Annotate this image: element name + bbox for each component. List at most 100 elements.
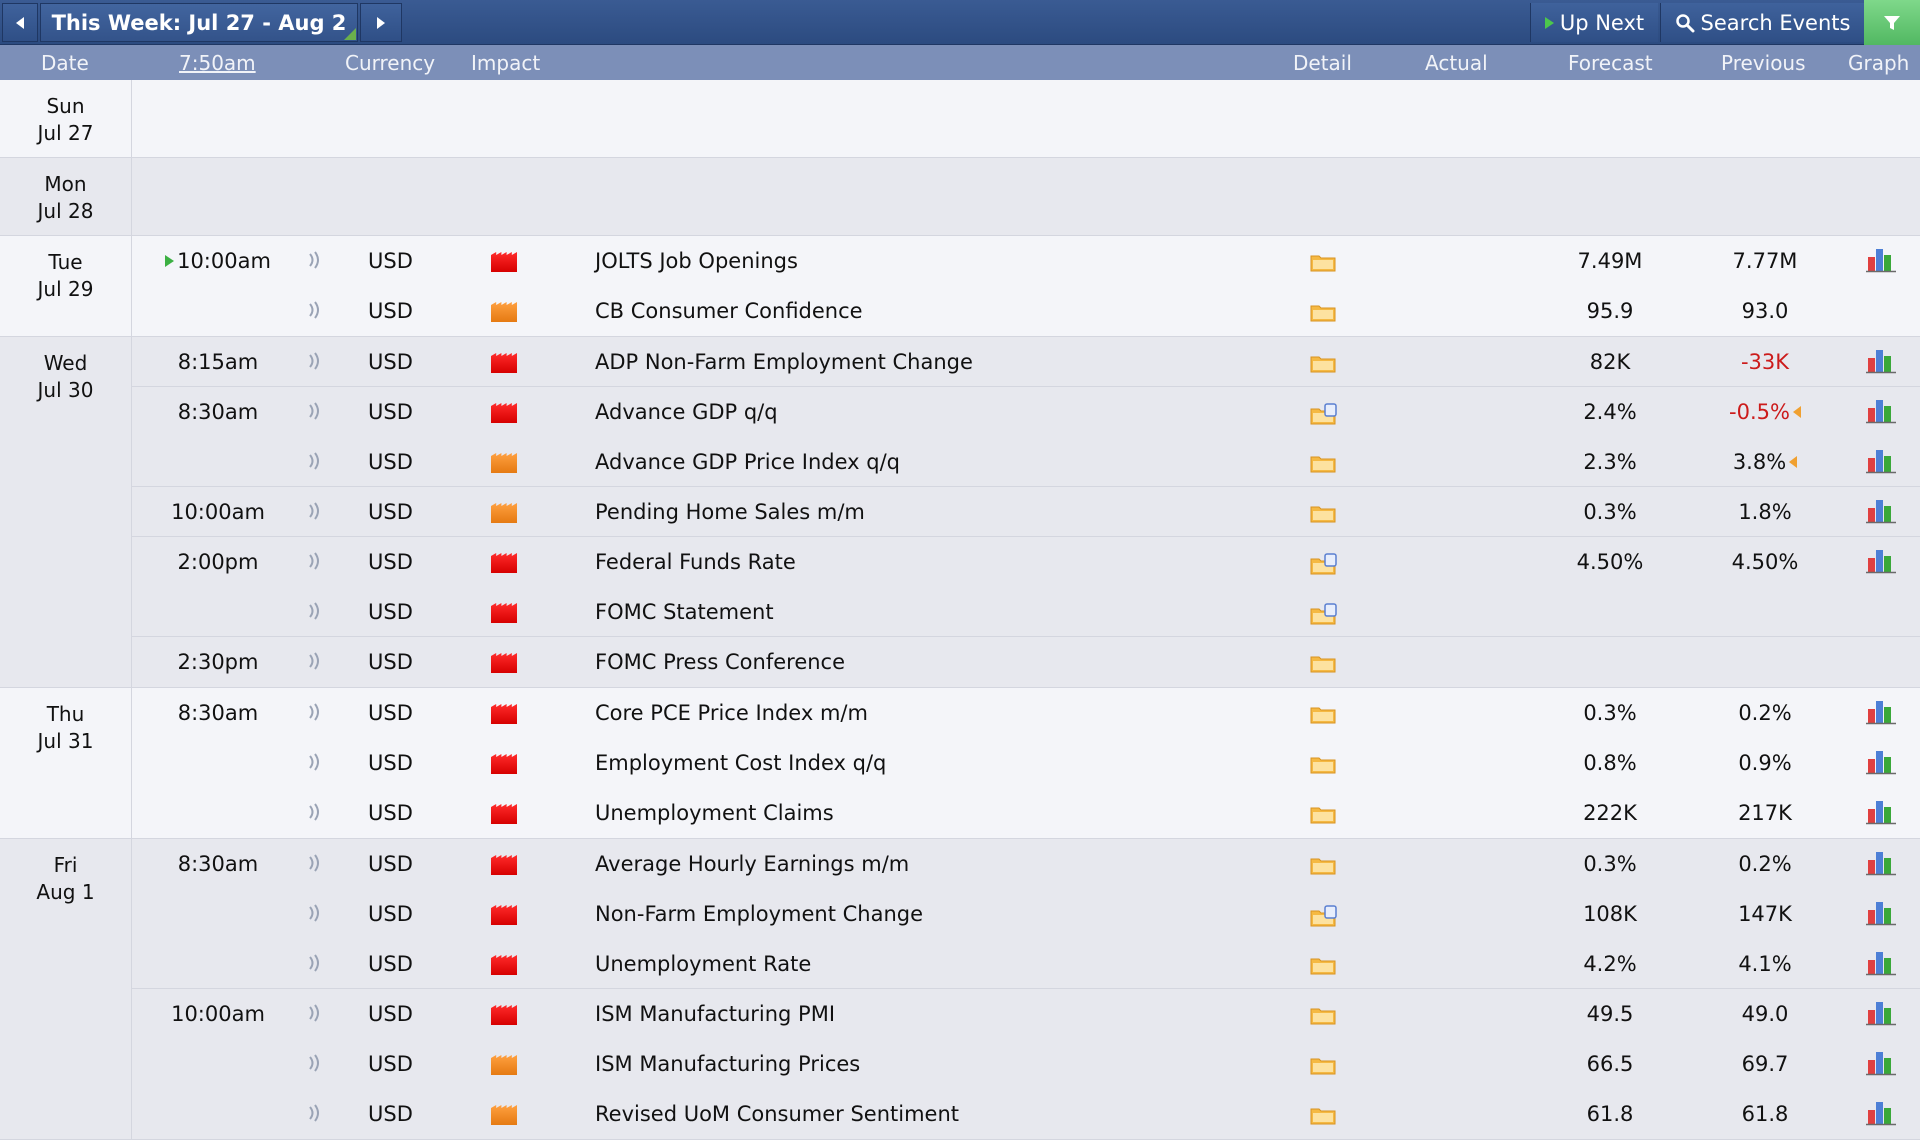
event-row[interactable]: 8:30am USD Average Hourly Earnings m/m 0.3%… <box>0 839 1920 889</box>
folder-icon[interactable] <box>1310 804 1336 824</box>
bar-chart-icon[interactable] <box>1866 247 1896 273</box>
sound-alert-icon[interactable] <box>307 1053 323 1073</box>
folder-icon[interactable] <box>1310 754 1336 774</box>
bar-chart-icon[interactable] <box>1866 749 1896 775</box>
folder-icon[interactable] <box>1310 653 1336 673</box>
sound-alert-icon[interactable] <box>307 903 323 923</box>
folder-doc-icon[interactable] <box>1310 603 1337 625</box>
event-row[interactable]: USD CB Consumer Confidence 95.9 93.0 <box>0 286 1920 336</box>
revised-indicator-icon[interactable] <box>1789 456 1798 468</box>
folder-icon[interactable] <box>1310 855 1336 875</box>
bar-chart-icon[interactable] <box>1866 850 1896 876</box>
sound-alert-icon[interactable] <box>307 953 323 973</box>
sound-alert-icon[interactable] <box>307 250 323 270</box>
event-name[interactable]: ADP Non-Farm Employment Change <box>595 337 973 387</box>
event-row[interactable]: 10:00am USD JOLTS Job Openings 7.49M 7.77M <box>0 236 1920 286</box>
event-time-text: 8:15am <box>177 350 259 374</box>
sound-alert-icon[interactable] <box>307 651 323 671</box>
folder-icon[interactable] <box>1310 1055 1336 1075</box>
folder-doc-icon[interactable] <box>1310 905 1337 927</box>
event-row[interactable]: 10:00am USD Pending Home Sales m/m 0.3% 1.8% <box>0 487 1920 537</box>
event-row[interactable]: USD Unemployment Claims 222K 217K <box>0 788 1920 838</box>
sound-alert-icon[interactable] <box>307 551 323 571</box>
event-row[interactable]: USD Advance GDP Price Index q/q 2.3% 3.8% <box>0 437 1920 487</box>
event-name[interactable]: Pending Home Sales m/m <box>595 487 865 537</box>
week-selector[interactable]: This Week: Jul 27 - Aug 2 <box>40 3 358 42</box>
sound-alert-icon[interactable] <box>307 702 323 722</box>
event-name[interactable]: ISM Manufacturing PMI <box>595 989 835 1039</box>
event-previous-value: 4.1% <box>1738 952 1792 976</box>
search-events-button[interactable]: Search Events <box>1660 3 1864 42</box>
folder-icon[interactable] <box>1310 955 1336 975</box>
bar-chart-icon[interactable] <box>1866 1050 1896 1076</box>
folder-doc-icon[interactable] <box>1310 553 1337 575</box>
folder-icon[interactable] <box>1310 353 1336 373</box>
event-row[interactable]: USD ISM Manufacturing Prices 66.5 69.7 <box>0 1039 1920 1089</box>
event-row[interactable]: USD FOMC Statement <box>0 587 1920 637</box>
event-name[interactable]: Non-Farm Employment Change <box>595 889 923 939</box>
event-name[interactable]: Core PCE Price Index m/m <box>595 688 868 738</box>
bar-chart-icon[interactable] <box>1866 699 1896 725</box>
sound-alert-icon[interactable] <box>307 501 323 521</box>
sound-alert-icon[interactable] <box>307 351 323 371</box>
bar-chart-icon[interactable] <box>1866 950 1896 976</box>
folder-icon[interactable] <box>1310 1005 1336 1025</box>
folder-icon[interactable] <box>1310 252 1336 272</box>
folder-icon[interactable] <box>1310 453 1336 473</box>
bar-chart-icon[interactable] <box>1866 1100 1896 1126</box>
revised-indicator-icon[interactable] <box>1792 406 1801 418</box>
event-name[interactable]: ISM Manufacturing Prices <box>595 1039 860 1089</box>
sound-alert-icon[interactable] <box>307 401 323 421</box>
bar-chart-icon[interactable] <box>1866 498 1896 524</box>
folder-icon[interactable] <box>1310 302 1336 322</box>
sound-alert-icon[interactable] <box>307 802 323 822</box>
sound-alert-icon[interactable] <box>307 300 323 320</box>
event-row[interactable]: USD Unemployment Rate 4.2% 4.1% <box>0 939 1920 989</box>
bar-chart-icon[interactable] <box>1866 548 1896 574</box>
event-row[interactable]: USD Revised UoM Consumer Sentiment 61.8 61.… <box>0 1089 1920 1139</box>
event-row[interactable]: 10:00am USD ISM Manufacturing PMI 49.5 49.0 <box>0 989 1920 1039</box>
event-name[interactable]: JOLTS Job Openings <box>595 236 798 286</box>
event-name[interactable]: Unemployment Rate <box>595 939 811 989</box>
event-name[interactable]: Average Hourly Earnings m/m <box>595 839 909 889</box>
sound-alert-icon[interactable] <box>307 451 323 471</box>
sound-alert-icon[interactable] <box>307 1103 323 1123</box>
event-name[interactable]: Advance GDP Price Index q/q <box>595 437 900 487</box>
bar-chart-icon[interactable] <box>1866 448 1896 474</box>
event-row[interactable]: 2:30pm USD FOMC Press Conference <box>0 637 1920 687</box>
sound-alert-icon[interactable] <box>307 853 323 873</box>
bar-chart-icon[interactable] <box>1866 799 1896 825</box>
folder-icon[interactable] <box>1310 503 1336 523</box>
event-name[interactable]: Federal Funds Rate <box>595 537 796 587</box>
bar-chart-icon[interactable] <box>1866 398 1896 424</box>
event-name[interactable]: FOMC Press Conference <box>595 637 845 687</box>
event-row[interactable]: USD Employment Cost Index q/q 0.8% 0.9% <box>0 738 1920 788</box>
filter-button[interactable] <box>1864 0 1920 45</box>
header-time-link[interactable]: 7:50am <box>179 51 256 75</box>
sound-alert-icon[interactable] <box>307 1003 323 1023</box>
header-actual: Actual <box>1425 51 1488 75</box>
bar-chart-icon[interactable] <box>1866 900 1896 926</box>
event-row[interactable]: USD Non-Farm Employment Change 108K 147K <box>0 889 1920 939</box>
event-name[interactable]: CB Consumer Confidence <box>595 286 863 336</box>
next-week-button[interactable] <box>360 3 402 42</box>
bar-chart-icon[interactable] <box>1866 348 1896 374</box>
impact-high-icon <box>491 1005 517 1025</box>
event-row[interactable]: 8:30am USD Advance GDP q/q 2.4% -0.5% <box>0 387 1920 437</box>
event-row[interactable]: 2:00pm USD Federal Funds Rate 4.50% 4.50% <box>0 537 1920 587</box>
event-name[interactable]: Employment Cost Index q/q <box>595 738 886 788</box>
folder-icon[interactable] <box>1310 1105 1336 1125</box>
event-name[interactable]: Advance GDP q/q <box>595 387 778 437</box>
event-name[interactable]: FOMC Statement <box>595 587 774 637</box>
folder-doc-icon[interactable] <box>1310 403 1337 425</box>
event-name[interactable]: Revised UoM Consumer Sentiment <box>595 1089 959 1139</box>
event-row[interactable]: 8:30am USD Core PCE Price Index m/m 0.3% 0.2… <box>0 688 1920 738</box>
previous-week-button[interactable] <box>2 3 38 42</box>
bar-chart-icon[interactable] <box>1866 1000 1896 1026</box>
event-row[interactable]: 8:15am USD ADP Non-Farm Employment Change 8… <box>0 337 1920 387</box>
event-name[interactable]: Unemployment Claims <box>595 788 834 838</box>
up-next-button[interactable]: Up Next <box>1530 3 1658 42</box>
folder-icon[interactable] <box>1310 704 1336 724</box>
sound-alert-icon[interactable] <box>307 601 323 621</box>
sound-alert-icon[interactable] <box>307 752 323 772</box>
